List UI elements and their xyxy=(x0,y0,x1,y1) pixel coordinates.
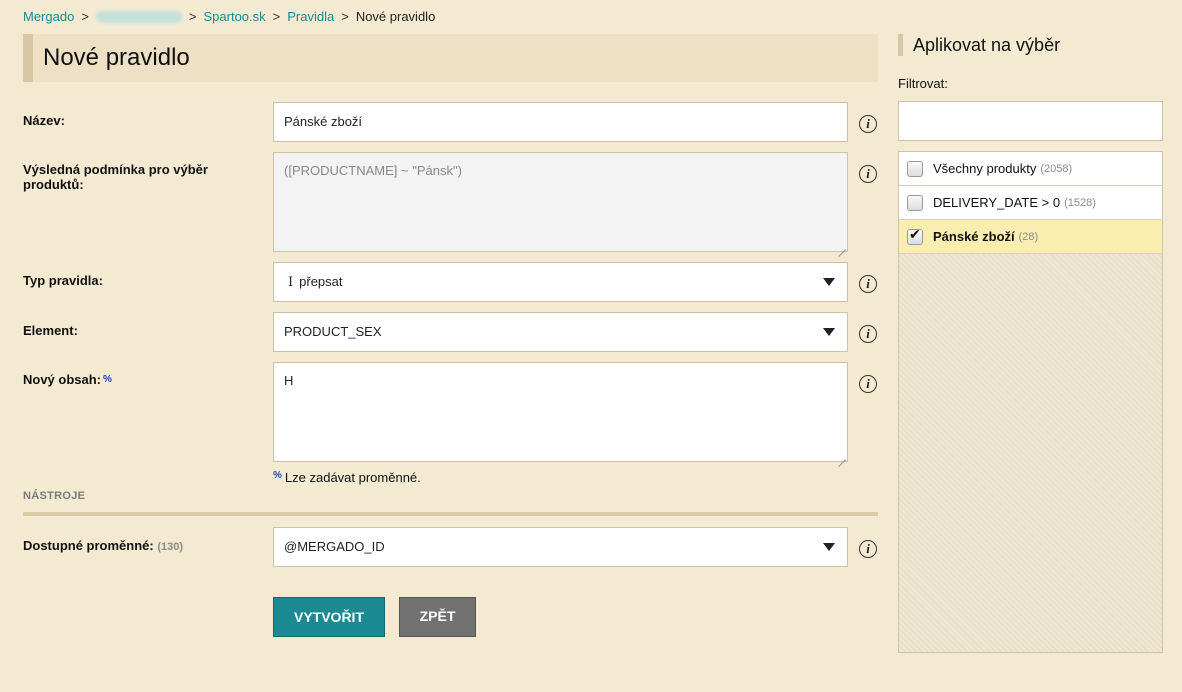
checkbox-checked[interactable] xyxy=(907,227,923,245)
condition-textarea: ([PRODUCTNAME] ~ "Pánsk") xyxy=(273,152,848,252)
info-icon[interactable]: i xyxy=(859,165,877,183)
element-value: PRODUCT_SEX xyxy=(284,324,382,339)
breadcrumb-separator: > xyxy=(272,9,281,24)
selection-item-count: (1528) xyxy=(1064,196,1096,209)
selection-item-label: Pánské zboží xyxy=(933,229,1015,244)
info-icon[interactable]: i xyxy=(859,275,877,293)
resize-handle[interactable] xyxy=(838,242,846,250)
info-icon[interactable]: i xyxy=(859,375,877,393)
filter-input[interactable] xyxy=(898,101,1163,141)
info-icon[interactable]: i xyxy=(859,540,877,558)
rule-type-select[interactable]: Ipřepsat xyxy=(273,262,848,302)
breadcrumb-current: Nové pravidlo xyxy=(355,9,436,24)
chevron-down-icon xyxy=(823,278,835,286)
variables-allowed-marker: % xyxy=(103,374,112,385)
filter-label: Filtrovat: xyxy=(898,76,948,91)
breadcrumb-separator: > xyxy=(81,9,89,24)
variables-hint: % Lze zadávat proměnné. xyxy=(273,470,421,485)
new-content-value: H xyxy=(284,373,294,388)
selection-list: Všechny produkty (2058) DELIVERY_DATE > … xyxy=(898,151,1163,653)
new-content-label-wrap: Nový obsah:% xyxy=(23,372,112,387)
name-label: Název: xyxy=(23,113,65,128)
back-button[interactable]: ZPĚT xyxy=(399,597,476,637)
rule-type-label: Typ pravidla: xyxy=(23,273,103,288)
create-button[interactable]: VYTVOŘIT xyxy=(273,597,385,637)
breadcrumb-separator: > xyxy=(341,9,349,24)
new-content-textarea[interactable]: H xyxy=(273,362,848,462)
checkbox[interactable] xyxy=(907,160,923,177)
selection-item-count: (2058) xyxy=(1040,162,1073,175)
selection-item-delivery-date[interactable]: DELIVERY_DATE > 0 (1528) xyxy=(899,186,1162,220)
selection-item-count: (28) xyxy=(1018,230,1039,243)
breadcrumb-link-blurred[interactable] xyxy=(95,10,182,23)
chevron-down-icon xyxy=(823,328,835,336)
breadcrumb: Mergado > > Spartoo.sk > Pravidla > Nové… xyxy=(23,9,435,24)
chevron-down-icon xyxy=(823,543,835,551)
breadcrumb-link-pravidla[interactable]: Pravidla xyxy=(287,9,334,24)
new-content-label: Nový obsah: xyxy=(23,372,102,387)
selection-item-label: DELIVERY_DATE > 0 xyxy=(933,195,1061,210)
selection-item-mens-goods[interactable]: Pánské zboží (28) xyxy=(899,220,1162,254)
tools-section-heading: NÁSTROJE xyxy=(23,490,86,502)
section-divider xyxy=(23,512,878,516)
info-icon[interactable]: i xyxy=(859,115,877,133)
selection-item-all-products[interactable]: Všechny produkty (2058) xyxy=(899,152,1162,186)
variables-allowed-marker: % xyxy=(273,470,282,481)
checkbox[interactable] xyxy=(907,194,923,211)
resize-handle[interactable] xyxy=(838,452,846,460)
breadcrumb-separator: > xyxy=(188,9,197,24)
page-title: Nové pravidlo xyxy=(43,44,190,71)
variables-label: Dostupné proměnné: xyxy=(23,538,154,553)
element-label: Element: xyxy=(23,323,78,338)
rule-type-value: přepsat xyxy=(299,274,343,289)
variables-hint-text: Lze zadávat proměnné. xyxy=(284,470,421,485)
variables-count: (130) xyxy=(157,541,184,553)
sidebar-title: Aplikovat na výběr xyxy=(898,34,1060,56)
text-cursor-icon: I xyxy=(288,275,294,290)
breadcrumb-link-spartoo[interactable]: Spartoo.sk xyxy=(204,9,266,24)
name-input[interactable]: Pánské zboží xyxy=(273,102,848,142)
page-title-box: Nové pravidlo xyxy=(23,34,878,82)
condition-value: ([PRODUCTNAME] ~ "Pánsk") xyxy=(284,163,462,178)
info-icon[interactable]: i xyxy=(859,325,877,343)
breadcrumb-link-mergado[interactable]: Mergado xyxy=(23,9,74,24)
variables-value: @MERGADO_ID xyxy=(284,539,385,554)
variables-select[interactable]: @MERGADO_ID xyxy=(273,527,848,567)
selection-item-label: Všechny produkty xyxy=(933,161,1037,176)
element-select[interactable]: PRODUCT_SEX xyxy=(273,312,848,352)
variables-label-wrap: Dostupné proměnné: (130) xyxy=(23,538,183,555)
condition-label: Výsledná podmínka pro výběr produktů: xyxy=(23,162,208,192)
